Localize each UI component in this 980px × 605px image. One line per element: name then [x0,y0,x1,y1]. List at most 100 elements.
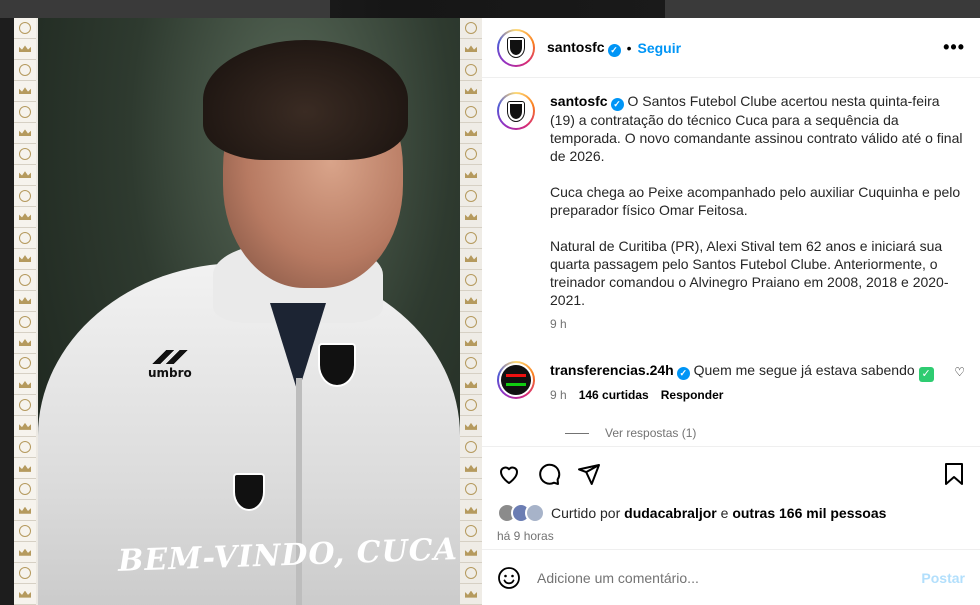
comment-meta: 9 h 146 curtidas Responder [550,386,954,404]
commenter-avatar[interactable] [497,361,535,399]
crown-pattern-icon [14,584,36,605]
hair [203,40,408,160]
liker-avatar[interactable] [525,503,545,523]
crown-pattern-icon [14,80,36,102]
coach-photo: umbro BEM-VINDO, CUCA [38,18,460,605]
crown-pattern-icon [460,39,482,60]
crest-pattern-icon [460,186,482,207]
crown-pattern-icon [14,374,36,396]
crown-pattern-icon [460,291,482,312]
crest-pattern-icon [460,312,482,333]
santos-crest-icon [508,101,524,121]
verified-badge-icon: ✓ [676,367,690,380]
crest-pattern-icon [460,270,482,291]
comments-section[interactable]: santosfc ✓ O Santos Futebol Clube acertou… [482,78,980,446]
caption-paragraph: santosfc ✓ O Santos Futebol Clube acertou… [550,92,965,165]
author-username[interactable]: santosfc [547,39,605,55]
verified-badge-icon: ✓ [607,43,621,57]
crest-pattern-icon [14,185,36,207]
post-actions: Curtido por dudacabraljor e outras 166 m… [482,446,980,543]
image-edge-strip [0,18,14,605]
crest-pattern-icon [460,228,482,249]
caption-time[interactable]: 9 h [550,315,965,333]
crest-pattern-icon [460,18,482,39]
likes-text: Curtido por dudacabraljor e outras 166 m… [551,505,886,521]
crest-pattern-icon [14,143,36,165]
crown-pattern-icon [460,542,482,564]
crest-pattern-icon [14,353,36,375]
crest-pattern-icon [460,102,482,123]
caption-username[interactable]: santosfc [550,93,608,109]
comment-likes[interactable]: 146 curtidas [579,388,649,402]
umbro-diamond-icon [150,350,190,364]
like-heart-icon[interactable] [497,462,521,486]
comment-body: transferencias.24h ✓ Quem me segue já est… [550,361,954,382]
crown-pattern-icon [460,500,482,522]
brand-label: umbro [148,366,192,380]
crest-pattern-icon [14,269,36,291]
replies-line [565,432,589,434]
comment-item: transferencias.24h ✓ Quem me segue já est… [497,361,965,404]
crest-pattern-icon [14,101,36,123]
crest-pattern-icon [460,479,482,501]
post-image[interactable]: umbro BEM-VINDO, CUCA [0,18,482,605]
umbro-logo: umbro [148,350,192,380]
commenter-username[interactable]: transferencias.24h [550,362,674,378]
share-paper-plane-icon[interactable] [577,462,601,486]
save-bookmark-icon[interactable] [943,462,965,486]
comment-time[interactable]: 9 h [550,388,567,402]
crown-pattern-icon [460,333,482,354]
likes-prefix: Curtido por [551,505,621,521]
santos-crest-icon [318,343,356,387]
crest-pattern-icon [14,479,36,501]
author-avatar[interactable] [497,92,535,130]
crest-pattern-icon [14,563,36,585]
crest-pattern-icon [460,563,482,585]
add-comment-bar: Adicione um comentário... Postar [482,549,980,605]
crest-pattern-icon [14,395,36,417]
crest-pattern-icon [14,18,36,39]
crest-pattern-icon [460,354,482,375]
crest-pattern-icon [14,59,36,81]
follow-button[interactable]: Seguir [637,40,681,56]
more-options-icon[interactable]: ••• [943,37,965,58]
crown-pattern-icon [14,290,36,312]
caption: santosfc ✓ O Santos Futebol Clube acertou… [497,92,965,333]
post-header: santosfc ✓ • Seguir ••• [482,18,980,78]
background-strip [0,0,330,18]
crest-pattern-icon [460,60,482,81]
reply-button[interactable]: Responder [661,388,724,402]
crown-pattern-icon [14,458,36,480]
crown-pattern-icon [460,458,482,480]
crown-pattern-icon [460,416,482,438]
crest-pattern-icon [14,521,36,543]
posted-ago[interactable]: há 9 horas [497,529,965,543]
crown-pattern-icon [14,248,36,270]
view-replies-button[interactable]: Ver respostas (1) [565,426,965,440]
crest-pattern-icon [460,437,482,459]
caption-paragraph: Natural de Curitiba (PR), Alexi Stival t… [550,238,949,308]
author-username-row: santosfc ✓ [547,39,621,57]
like-comment-heart-icon[interactable]: ♡ [954,361,965,404]
likes-conj: e [720,505,729,521]
author-avatar[interactable] [497,28,535,67]
crest-pattern-icon [14,437,36,459]
crown-pattern-icon [14,332,36,354]
background-strip [665,0,980,18]
likes-others[interactable]: outras 166 mil pessoas [732,505,886,521]
crown-pattern-icon [14,206,36,228]
comment-bubble-icon[interactable] [537,462,561,486]
comment-input[interactable]: Adicione um comentário... [537,570,699,586]
crown-pattern-icon [460,165,482,186]
crown-pattern-icon [460,123,482,144]
transfer-logo-icon [506,374,526,386]
post-comment-button[interactable]: Postar [921,570,965,586]
check-mark-emoji-icon: ✓ [918,367,934,382]
liker-username[interactable]: dudacabraljor [624,505,717,521]
image-left-border [14,18,36,605]
separator-dot: • [626,39,632,56]
crown-pattern-icon [14,122,36,144]
emoji-icon[interactable] [497,566,521,590]
action-icons [497,459,965,489]
crown-pattern-icon [460,249,482,270]
